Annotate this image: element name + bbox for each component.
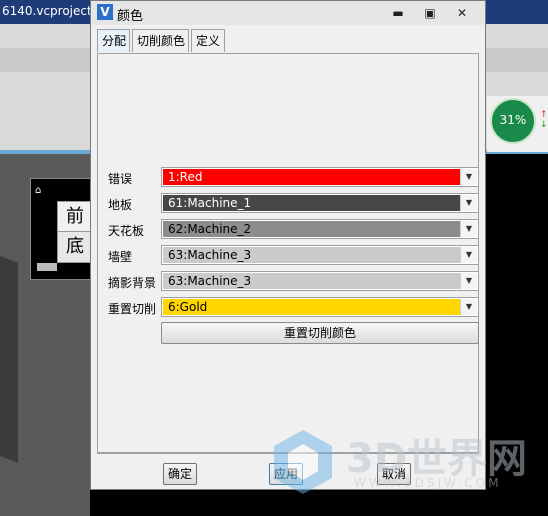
nav-cube-front-face[interactable]: 前 bbox=[57, 201, 93, 233]
chevron-down-icon[interactable]: ▼ bbox=[460, 169, 477, 185]
chevron-down-icon[interactable]: ▼ bbox=[460, 247, 477, 263]
chevron-down-icon[interactable]: ▼ bbox=[460, 221, 477, 237]
select-value: 62:Machine_2 bbox=[168, 222, 252, 236]
navigation-cube[interactable]: ⌂ 前 底 bbox=[30, 178, 93, 280]
watermark-url: WWW.3DSJW.COM bbox=[354, 476, 502, 490]
select-value: 61:Machine_1 bbox=[168, 196, 252, 210]
minimize-button[interactable]: ▬ bbox=[387, 4, 409, 22]
label-ceiling: 天花板 bbox=[108, 224, 145, 238]
reset-cut-colors-button[interactable]: 重置切削颜色 bbox=[161, 322, 479, 344]
nav-cube-bottom-face[interactable]: 底 bbox=[57, 231, 93, 263]
select-value: 63:Machine_3 bbox=[168, 248, 252, 262]
label-reset-cut: 重置切削 bbox=[108, 302, 157, 316]
color-dialog: V 颜色 ▬ ▣ ✕ 分配 切削颜色 定义 错误 1:Red ▼ 地板 61:M… bbox=[90, 0, 486, 490]
chevron-down-icon[interactable]: ▼ bbox=[460, 299, 477, 315]
close-button[interactable]: ✕ bbox=[451, 4, 473, 22]
watermark: 3D世界网 WWW.3DSJW.COM bbox=[262, 420, 542, 510]
nav-cube-bar bbox=[37, 263, 57, 271]
ok-button[interactable]: 确定 bbox=[163, 463, 197, 485]
chevron-down-icon[interactable]: ▼ bbox=[460, 273, 477, 289]
app-logo-icon: V bbox=[97, 4, 113, 20]
error-color-select[interactable]: 1:Red ▼ bbox=[161, 167, 479, 187]
tab-cut-colors[interactable]: 切削颜色 bbox=[132, 29, 189, 52]
reset-cut-color-select[interactable]: 6:Gold ▼ bbox=[161, 297, 479, 317]
wall-color-select[interactable]: 63:Machine_3 ▼ bbox=[161, 245, 479, 265]
maximize-button[interactable]: ▣ bbox=[419, 4, 441, 22]
label-floor: 地板 bbox=[108, 198, 133, 212]
select-value: 63:Machine_3 bbox=[168, 274, 252, 288]
ceiling-color-select[interactable]: 62:Machine_2 ▼ bbox=[161, 219, 479, 239]
color-swatch bbox=[163, 299, 460, 315]
tab-assign[interactable]: 分配 bbox=[97, 29, 130, 52]
select-value: 6:Gold bbox=[168, 300, 208, 314]
tab-define[interactable]: 定义 bbox=[191, 29, 225, 52]
floor-color-select[interactable]: 61:Machine_1 ▼ bbox=[161, 193, 479, 213]
dialog-titlebar[interactable]: V 颜色 ▬ ▣ ✕ bbox=[91, 1, 485, 25]
label-camera-background: 摘影背景 bbox=[108, 276, 157, 290]
color-swatch bbox=[163, 169, 460, 185]
project-title: 6140.vcproject ( bbox=[2, 4, 101, 18]
assign-panel: 错误 1:Red ▼ 地板 61:Machine_1 ▼ 天花板 62:Mach… bbox=[97, 53, 479, 453]
network-arrows-icon: ↑ ↓ bbox=[540, 110, 548, 130]
cube-logo-icon bbox=[274, 430, 332, 494]
chevron-down-icon[interactable]: ▼ bbox=[460, 195, 477, 211]
home-icon[interactable]: ⌂ bbox=[35, 185, 41, 196]
label-wall: 墙壁 bbox=[108, 250, 133, 264]
gauge-percent: 31% bbox=[499, 113, 527, 127]
progress-gauge: 31% bbox=[490, 98, 536, 144]
camera-background-color-select[interactable]: 63:Machine_3 ▼ bbox=[161, 271, 479, 291]
label-error: 错误 bbox=[108, 172, 133, 186]
dialog-title: 颜色 bbox=[117, 9, 144, 24]
select-value: 1:Red bbox=[168, 170, 203, 184]
